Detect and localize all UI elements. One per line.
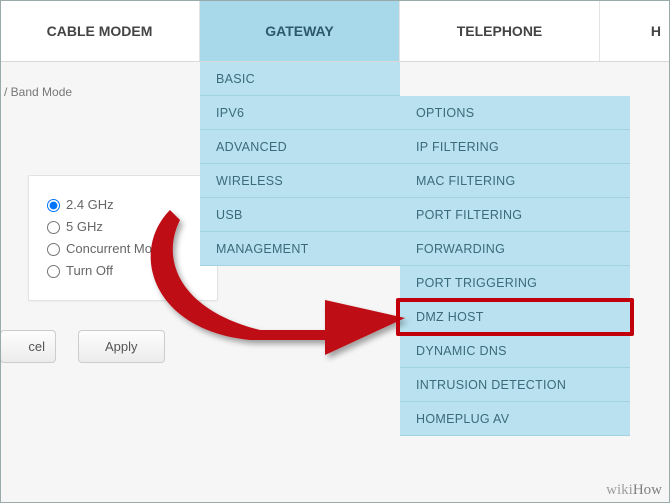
watermark: wikiHow xyxy=(606,482,662,499)
advanced-submenu: OPTIONS IP FILTERING MAC FILTERING PORT … xyxy=(400,96,630,436)
tab-partial[interactable]: H xyxy=(600,0,670,61)
menu-port-triggering[interactable]: PORT TRIGGERING xyxy=(400,266,630,300)
menu-port-filtering[interactable]: PORT FILTERING xyxy=(400,198,630,232)
radio-label: Concurrent Mode xyxy=(66,238,166,260)
menu-options[interactable]: OPTIONS xyxy=(400,96,630,130)
radio-input[interactable] xyxy=(47,243,60,256)
tab-cable-modem[interactable]: CABLE MODEM xyxy=(0,0,200,61)
gateway-submenu: BASIC IPV6 ADVANCED WIRELESS USB MANAGEM… xyxy=(200,62,400,266)
tab-telephone[interactable]: TELEPHONE xyxy=(400,0,600,61)
radio-input[interactable] xyxy=(47,199,60,212)
tab-gateway[interactable]: GATEWAY xyxy=(200,0,400,61)
radio-5ghz[interactable]: 5 GHz xyxy=(47,216,195,238)
radio-2-4ghz[interactable]: 2.4 GHz xyxy=(47,194,195,216)
menu-homeplug-av[interactable]: HOMEPLUG AV xyxy=(400,402,630,436)
button-row: cel Apply xyxy=(0,330,165,363)
radio-label: 2.4 GHz xyxy=(66,194,114,216)
radio-input[interactable] xyxy=(47,265,60,278)
menu-basic[interactable]: BASIC xyxy=(200,62,400,96)
menu-dynamic-dns[interactable]: DYNAMIC DNS xyxy=(400,334,630,368)
radio-turn-off[interactable]: Turn Off xyxy=(47,260,195,282)
menu-ip-filtering[interactable]: IP FILTERING xyxy=(400,130,630,164)
menu-ipv6[interactable]: IPV6 xyxy=(200,96,400,130)
menu-wireless[interactable]: WIRELESS xyxy=(200,164,400,198)
radio-label: 5 GHz xyxy=(66,216,103,238)
menu-intrusion-detection[interactable]: INTRUSION DETECTION xyxy=(400,368,630,402)
menu-dmz-host[interactable]: DMZ HOST xyxy=(400,300,630,334)
radio-label: Turn Off xyxy=(66,260,113,282)
menu-forwarding[interactable]: FORWARDING xyxy=(400,232,630,266)
band-mode-panel: 2.4 GHz 5 GHz Concurrent Mode Turn Off xyxy=(28,175,218,301)
breadcrumb: / Band Mode xyxy=(0,85,72,99)
menu-advanced[interactable]: ADVANCED xyxy=(200,130,400,164)
menu-management[interactable]: MANAGEMENT xyxy=(200,232,400,266)
radio-input[interactable] xyxy=(47,221,60,234)
apply-button[interactable]: Apply xyxy=(78,330,165,363)
menu-mac-filtering[interactable]: MAC FILTERING xyxy=(400,164,630,198)
top-nav: CABLE MODEM GATEWAY TELEPHONE H xyxy=(0,0,670,62)
watermark-suffix: How xyxy=(633,482,662,498)
watermark-prefix: wiki xyxy=(606,482,633,498)
radio-concurrent[interactable]: Concurrent Mode xyxy=(47,238,195,260)
menu-usb[interactable]: USB xyxy=(200,198,400,232)
cancel-button[interactable]: cel xyxy=(0,330,56,363)
